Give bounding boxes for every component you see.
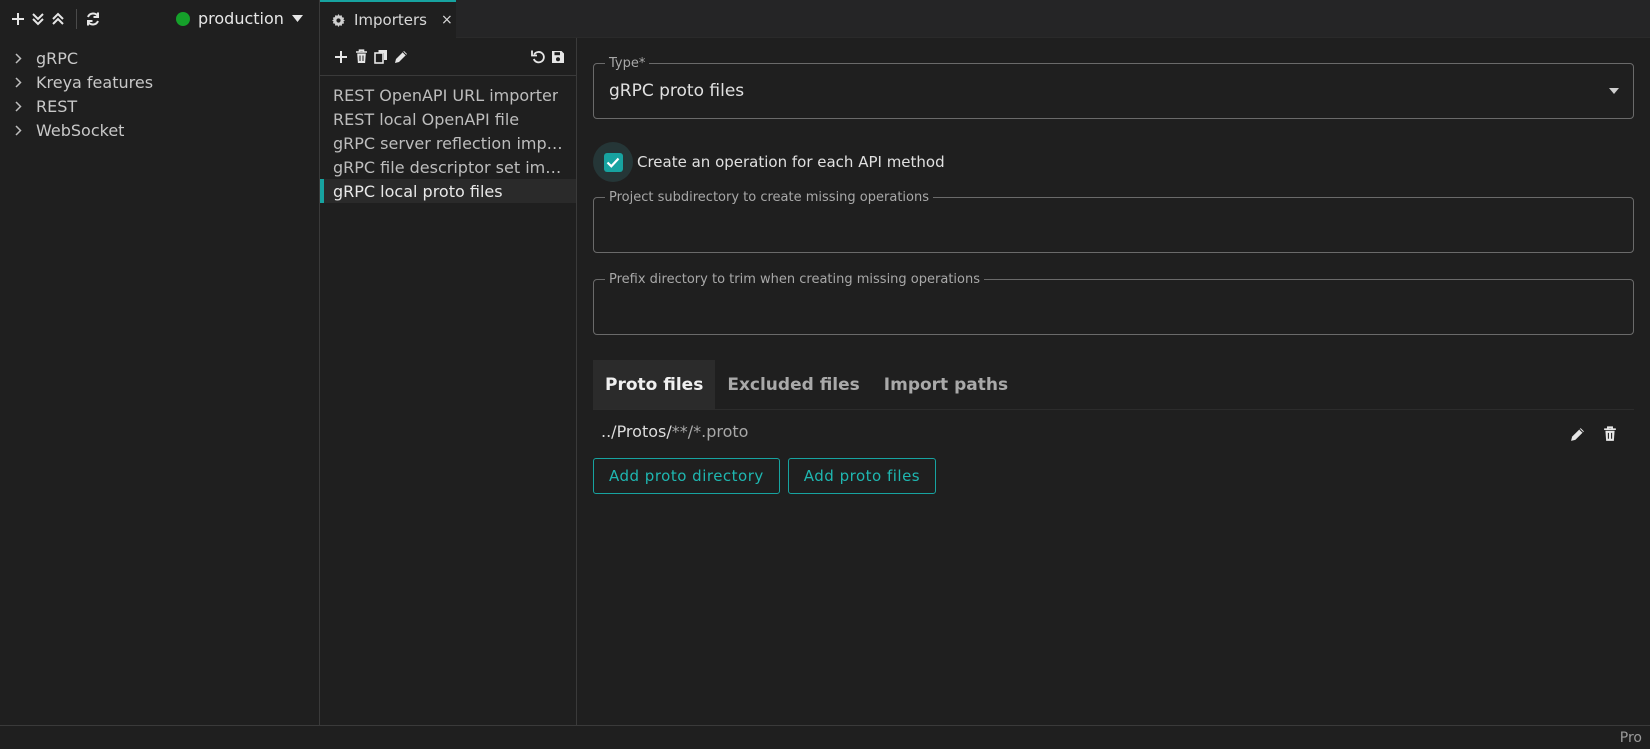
caret-down-icon (291, 15, 303, 22)
importer-list-pane: REST OpenAPI URL importer REST local Ope… (320, 38, 577, 725)
tab-excluded-files[interactable]: Excluded files (715, 360, 871, 409)
tree-item-kreya-features[interactable]: Kreya features (0, 70, 319, 94)
tab-label: Importers (354, 11, 427, 29)
importer-label: gRPC local proto files (333, 181, 503, 201)
pencil-icon[interactable] (1568, 424, 1588, 444)
list-item[interactable]: REST OpenAPI URL importer (320, 83, 576, 107)
importer-label: REST local OpenAPI file (333, 109, 520, 129)
environment-status-dot (176, 11, 190, 26)
path-glob: **/*.proto (671, 422, 749, 441)
tree-item-label: gRPC (36, 48, 79, 68)
tree-item-label: REST (36, 96, 78, 116)
operations-sidebar: production gRPC Kreya features REST WebS… (0, 0, 320, 725)
tab-import-paths[interactable]: Import paths (872, 360, 1020, 409)
tree-item-grpc[interactable]: gRPC (0, 46, 319, 70)
add-proto-directory-button[interactable]: Add proto directory (593, 458, 780, 494)
subdirectory-field[interactable]: Project subdirectory to create missing o… (593, 190, 1634, 253)
editor-tab-bar: Importers × (320, 0, 1650, 38)
close-icon[interactable]: × (441, 12, 453, 28)
gear-icon (332, 13, 345, 27)
tree-item-websocket[interactable]: WebSocket (0, 118, 319, 142)
operations-tree: gRPC Kreya features REST WebSocket (0, 38, 319, 142)
type-select[interactable]: Type* gRPC proto files (593, 56, 1634, 119)
status-bar: Pro (0, 725, 1650, 749)
create-operations-checkbox[interactable]: Create an operation for each API method (593, 142, 945, 182)
undo-icon[interactable] (528, 47, 548, 67)
tab-importers[interactable]: Importers × (320, 0, 456, 38)
list-item[interactable]: gRPC file descriptor set im… (320, 155, 576, 179)
path-directory: ../Protos/ (601, 422, 672, 441)
tab-proto-files[interactable]: Proto files (593, 360, 716, 409)
importer-label: gRPC server reflection imp… (333, 133, 563, 153)
caret-down-icon (1609, 88, 1619, 94)
subdirectory-field-label: Project subdirectory to create missing o… (605, 190, 933, 205)
proto-subtabs: Proto files Excluded files Import paths (593, 360, 1634, 410)
checkbox-focus-ring (593, 142, 633, 182)
chevron-right-icon (14, 76, 26, 88)
trash-icon[interactable] (1600, 424, 1620, 444)
importer-label: REST OpenAPI URL importer (333, 85, 559, 105)
plus-icon[interactable] (8, 9, 28, 29)
row-actions (1556, 424, 1620, 444)
importer-list-toolbar (320, 38, 576, 76)
importer-label: gRPC file descriptor set im… (333, 157, 562, 177)
environment-selector[interactable]: production (176, 9, 303, 28)
refresh-icon[interactable] (83, 9, 103, 29)
toolbar-divider (76, 9, 77, 29)
proto-file-row: ../Protos/**/*.proto (593, 410, 1634, 454)
check-icon[interactable] (603, 152, 623, 172)
environment-name: production (198, 9, 284, 28)
add-proto-files-button[interactable]: Add proto files (787, 458, 937, 494)
proto-buttons: Add proto directory Add proto files (593, 458, 944, 494)
type-select-label: Type* (605, 56, 650, 71)
collapse-all-icon[interactable] (48, 9, 68, 29)
trash-icon[interactable] (351, 47, 371, 67)
checkbox-label: Create an operation for each API method (637, 153, 945, 171)
list-item[interactable]: gRPC server reflection imp… (320, 131, 576, 155)
license-badge: Pro (1619, 730, 1642, 746)
tree-item-label: WebSocket (36, 120, 125, 140)
prefix-field-label: Prefix directory to trim when creating m… (605, 272, 984, 287)
tree-item-label: Kreya features (36, 72, 154, 92)
proto-file-path: ../Protos/**/*.proto (601, 422, 748, 441)
expand-all-icon[interactable] (28, 9, 48, 29)
chevron-right-icon (14, 124, 26, 136)
list-item[interactable]: REST local OpenAPI file (320, 107, 576, 131)
chevron-right-icon (14, 52, 26, 64)
importer-list: REST OpenAPI URL importer REST local Ope… (320, 76, 576, 203)
chevron-right-icon (14, 100, 26, 112)
copy-icon[interactable] (371, 47, 391, 67)
pencil-icon[interactable] (391, 47, 411, 67)
save-icon[interactable] (548, 47, 568, 67)
tree-item-rest[interactable]: REST (0, 94, 319, 118)
plus-icon[interactable] (331, 47, 351, 67)
list-item-selected[interactable]: gRPC local proto files (320, 179, 576, 203)
prefix-field[interactable]: Prefix directory to trim when creating m… (593, 272, 1634, 335)
type-select-value: gRPC proto files (609, 81, 745, 101)
